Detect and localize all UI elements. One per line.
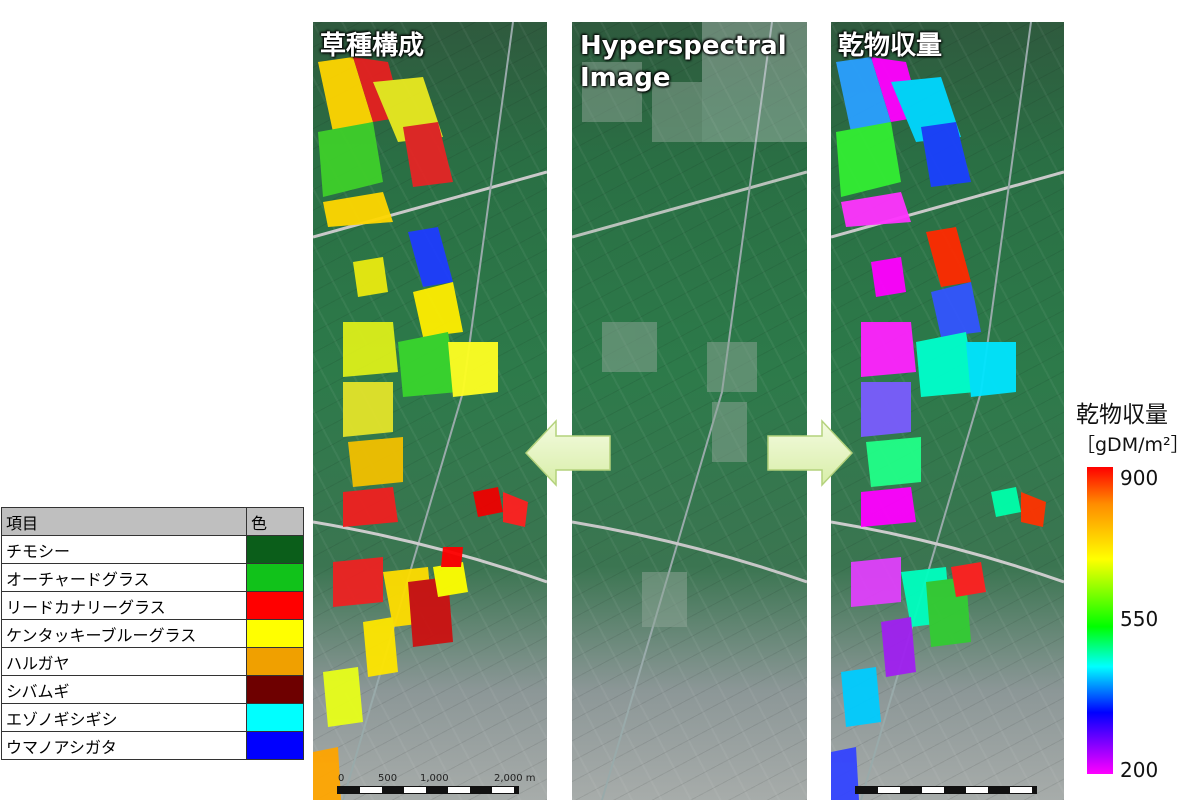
legend-row-name: ハルガヤ — [0, 647, 248, 676]
legend-row-swatch — [246, 675, 304, 704]
legend-row: チモシー — [0, 535, 304, 564]
legend-row-name: ケンタッキーブルーグラス — [0, 619, 248, 648]
legend-row: ウマノアシガタ — [0, 731, 304, 760]
legend-row-swatch — [246, 619, 304, 648]
legend-row-swatch — [246, 703, 304, 732]
yield-title: 乾物収量 — [838, 31, 943, 61]
legend-row-name: シバムギ — [0, 675, 248, 704]
legend-row-swatch — [246, 731, 304, 760]
species-legend-table: 項目 色 チモシー オーチャードグラス リードカナリーグラス ケンタッキーブルー… — [0, 507, 304, 760]
yield-colorbar — [1087, 467, 1113, 774]
scale-bar — [337, 786, 519, 794]
legend-row: シバムギ — [0, 675, 304, 704]
left-arrow-icon — [524, 419, 611, 487]
legend-row: ケンタッキーブルーグラス — [0, 619, 304, 648]
composition-map-image — [313, 22, 547, 800]
scale-label: 2,000 m — [494, 773, 536, 784]
colorbar-min-label: 200 — [1120, 758, 1159, 782]
hyperspectral-image — [572, 22, 807, 800]
hyperspectral-texture — [572, 22, 807, 800]
legend-row-name: チモシー — [0, 535, 248, 564]
composition-title: 草種構成 — [320, 31, 425, 61]
legend-row-swatch — [246, 591, 304, 620]
colorbar-mid-label: 550 — [1120, 607, 1159, 631]
hyperspectral-title-line1: Hyperspectral — [580, 31, 787, 61]
legend-row-name: オーチャードグラス — [0, 563, 248, 592]
legend-header-item: 項目 — [0, 507, 248, 536]
legend-row: オーチャードグラス — [0, 563, 304, 592]
colorbar-max-label: 900 — [1120, 466, 1159, 490]
legend-row-name: リードカナリーグラス — [0, 591, 248, 620]
composition-field-overlay — [313, 22, 547, 800]
legend-header-row: 項目 色 — [0, 507, 304, 536]
legend-row-name: ウマノアシガタ — [0, 731, 248, 760]
legend-row: ハルガヤ — [0, 647, 304, 676]
legend-row-swatch — [246, 647, 304, 676]
scale-bar — [855, 786, 1037, 794]
colorbar-title: 乾物収量 — [1076, 402, 1168, 428]
legend-row-swatch — [246, 535, 304, 564]
legend-row-name: エゾノギシギシ — [0, 703, 248, 732]
right-arrow-icon — [767, 419, 854, 487]
scale-label: 0 — [338, 773, 345, 784]
legend-header-color: 色 — [246, 507, 304, 536]
yield-field-overlay — [831, 22, 1064, 800]
scale-label: 500 — [378, 773, 398, 784]
scale-label: 1,000 — [420, 773, 449, 784]
legend-row: エゾノギシギシ — [0, 703, 304, 732]
legend-row: リードカナリーグラス — [0, 591, 304, 620]
yield-map-image — [831, 22, 1064, 800]
hyperspectral-title-line2: Image — [580, 63, 671, 93]
colorbar-unit: ［gDM/m²］ — [1076, 434, 1190, 456]
legend-row-swatch — [246, 563, 304, 592]
